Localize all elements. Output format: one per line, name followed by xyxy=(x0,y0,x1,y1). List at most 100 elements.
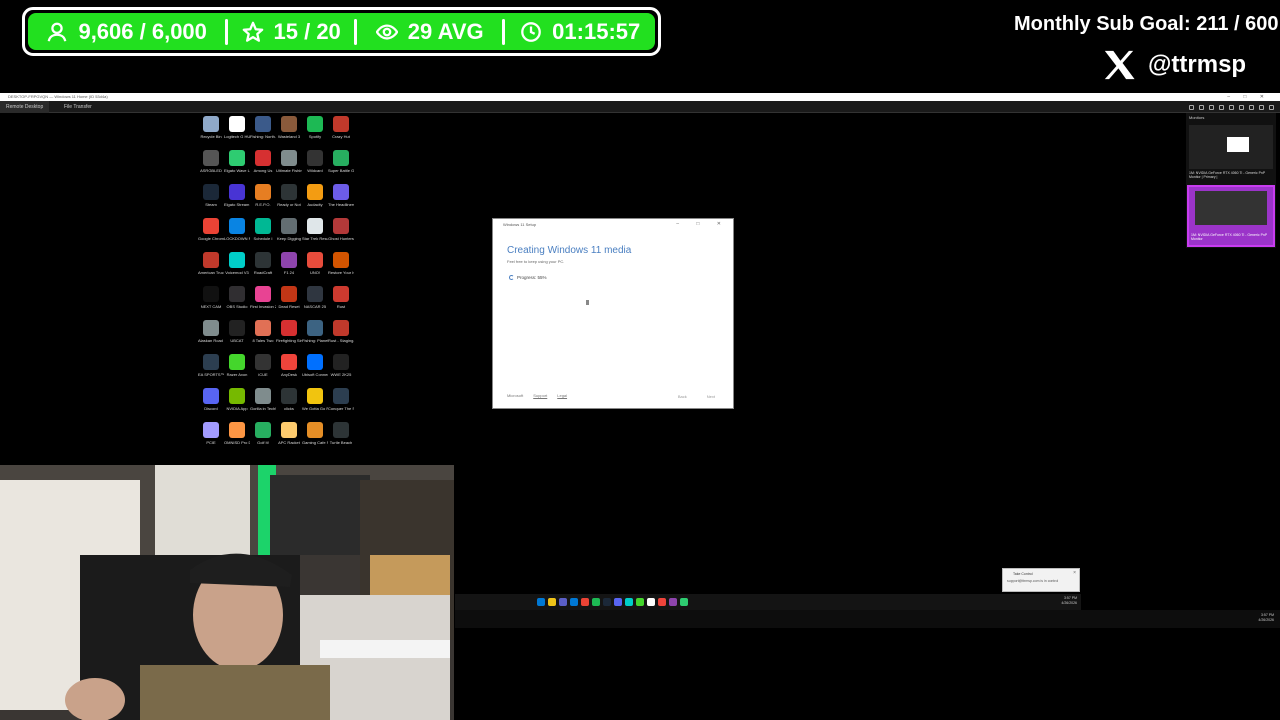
desktop-icon[interactable]: Ghost Hunters xyxy=(328,218,354,252)
desktop-icon[interactable]: Dead Reset xyxy=(276,286,302,320)
desktop-icon[interactable]: Among Us xyxy=(250,150,276,184)
chat-icon[interactable] xyxy=(1219,104,1224,110)
desktop-icon[interactable]: OBS Studio xyxy=(224,286,250,320)
legal-link[interactable]: Legal xyxy=(557,393,567,398)
desktop-icon[interactable]: Google Chrome xyxy=(198,218,224,252)
desktop-icon[interactable]: Firefighting Simulator... xyxy=(276,320,302,354)
taskbar-app-icon[interactable] xyxy=(603,598,611,606)
info-icon[interactable] xyxy=(1189,104,1194,110)
desktop-icon[interactable]: 8 Tales Two xyxy=(250,320,276,354)
support-link[interactable]: Support xyxy=(533,393,547,398)
taskbar-app-icon[interactable] xyxy=(592,598,600,606)
desktop-icon[interactable]: Crazy Hut xyxy=(328,116,354,150)
next-button[interactable]: Next xyxy=(707,394,715,399)
desktop-icon[interactable]: Ultimate Fishing... xyxy=(276,150,302,184)
close-icon[interactable]: × xyxy=(1073,570,1076,576)
app-icon xyxy=(229,116,245,132)
desktop-icon[interactable]: Elgato Stream Deck xyxy=(224,184,250,218)
desktop-icon[interactable]: Steam xyxy=(198,184,224,218)
taskbar-app-icon[interactable] xyxy=(647,598,655,606)
desktop-icon[interactable]: Super Battle Golf xyxy=(328,150,354,184)
desktop-icon[interactable]: Star Trek Resurgence xyxy=(302,218,328,252)
desktop-icon[interactable]: Schedule I xyxy=(250,218,276,252)
desktop-icon[interactable]: Turtle Beach xyxy=(328,422,354,456)
window-controls[interactable]: – □ ✕ xyxy=(1227,93,1270,101)
desktop-icon[interactable]: OMNISD Pro Desktop xyxy=(224,422,250,456)
desktop-icon[interactable]: NEXT CAM xyxy=(198,286,224,320)
desktop-icon-label: Crazy Hut xyxy=(332,134,350,139)
taskbar-app-icon[interactable] xyxy=(548,598,556,606)
desktop-icon[interactable]: Rust - Staging... xyxy=(328,320,354,354)
app-icon xyxy=(203,422,219,438)
desktop-icon[interactable]: LOCKDOWN Protocol xyxy=(224,218,250,252)
desktop-icon[interactable]: Wasteland 3 xyxy=(276,116,302,150)
monitor-2-preview[interactable]: 1M: NVIDIA GeForce RTX 4060 Ti - Generic… xyxy=(1187,185,1275,247)
desktop-icon[interactable]: Rust xyxy=(328,286,354,320)
take-control-toast[interactable]: Take Control support@ttrmsp.com is in co… xyxy=(1002,568,1080,592)
taskbar-app-icon[interactable] xyxy=(570,598,578,606)
desktop-icon[interactable]: Wildcard xyxy=(302,150,328,184)
desktop-icon[interactable]: APC Racket xyxy=(276,422,302,456)
desktop-icon[interactable]: Voicemod V3 xyxy=(224,252,250,286)
desktop-icon[interactable]: Spotify xyxy=(302,116,328,150)
tab-remote-desktop[interactable]: Remote Desktop xyxy=(0,101,50,113)
keyboard-icon[interactable] xyxy=(1229,104,1234,110)
taskbar-app-icon[interactable] xyxy=(537,598,545,606)
desktop-icon[interactable]: Fishing: North... xyxy=(250,116,276,150)
desktop-icon[interactable]: NASCAR 25 xyxy=(302,286,328,320)
desktop-icon[interactable]: ASRGBLED xyxy=(198,150,224,184)
desktop-icon[interactable]: Restore Your Island Demo xyxy=(328,252,354,286)
app-icon xyxy=(307,388,323,404)
desktop-icon[interactable]: Keep Digging xyxy=(276,218,302,252)
desktop-icon[interactable]: clicks xyxy=(276,388,302,422)
desktop-icon[interactable]: We Gotta Go Playtest xyxy=(302,388,328,422)
record-icon[interactable] xyxy=(1239,104,1244,110)
taskbar-app-icon[interactable] xyxy=(625,598,633,606)
fullscreen-icon[interactable] xyxy=(1269,104,1274,110)
taskbar-app-icon[interactable] xyxy=(636,598,644,606)
desktop-icon[interactable]: Alaskan Road Truckers xyxy=(198,320,224,354)
desktop-icon[interactable]: WWE 2K25 xyxy=(328,354,354,388)
desktop-icon[interactable]: Fishing: Planet xyxy=(302,320,328,354)
settings-icon[interactable] xyxy=(1259,104,1264,110)
desktop-icon[interactable]: PCIE xyxy=(198,422,224,456)
desktop-icon[interactable]: UNO! xyxy=(302,252,328,286)
desktop-icon[interactable]: Ready or Not xyxy=(276,184,302,218)
desktop-icon[interactable]: Ubisoft Connect xyxy=(302,354,328,388)
actions-icon[interactable] xyxy=(1209,104,1214,110)
back-button[interactable]: Back xyxy=(678,394,687,399)
taskbar-app-icon[interactable] xyxy=(614,598,622,606)
taskbar-app-icon[interactable] xyxy=(581,598,589,606)
desktop-icon[interactable]: Gorilla in Tech! xyxy=(250,388,276,422)
desktop-icon[interactable]: R.E.P.O. xyxy=(250,184,276,218)
desktop-icon[interactable]: Conquer The Ship Sim xyxy=(328,388,354,422)
monitor-1-preview[interactable] xyxy=(1189,125,1273,169)
desktop-icon[interactable]: Audacity xyxy=(302,184,328,218)
desktop-icon[interactable]: F1 24 xyxy=(276,252,302,286)
tab-file-transfer[interactable]: File Transfer xyxy=(58,101,98,113)
display-icon[interactable] xyxy=(1199,104,1204,110)
desktop-icon[interactable]: Razer Axon xyxy=(224,354,250,388)
desktop-icon[interactable]: iCUE xyxy=(250,354,276,388)
desktop-icon[interactable]: Logitech G HUB xyxy=(224,116,250,150)
desktop-icon[interactable]: EA SPORTS™ WRC xyxy=(198,354,224,388)
desktop-icon[interactable]: UBCAT xyxy=(224,320,250,354)
taskbar-app-icon[interactable] xyxy=(658,598,666,606)
setup-window-controls[interactable]: – □ ✕ xyxy=(676,221,729,227)
desktop-icon[interactable]: American Truck Si... xyxy=(198,252,224,286)
desktop-icon[interactable]: First Invasion 2 xyxy=(250,286,276,320)
desktop-icon[interactable]: Discord xyxy=(198,388,224,422)
desktop-icon[interactable]: Elgato Wave Link xyxy=(224,150,250,184)
desktop-icon[interactable]: The Headliners xyxy=(328,184,354,218)
desktop-icon[interactable]: NVIDIA App xyxy=(224,388,250,422)
taskbar-app-icon[interactable] xyxy=(669,598,677,606)
screenshot-icon[interactable] xyxy=(1249,104,1254,110)
app-icon xyxy=(281,388,297,404)
taskbar-app-icon[interactable] xyxy=(559,598,567,606)
desktop-icon[interactable]: Golf It! xyxy=(250,422,276,456)
taskbar-app-icon[interactable] xyxy=(680,598,688,606)
desktop-icon[interactable]: Gaming Cafe Simulator xyxy=(302,422,328,456)
desktop-icon[interactable]: AnyDesk xyxy=(276,354,302,388)
desktop-icon[interactable]: Recycle Bin xyxy=(198,116,224,150)
desktop-icon[interactable]: RoadCraft xyxy=(250,252,276,286)
